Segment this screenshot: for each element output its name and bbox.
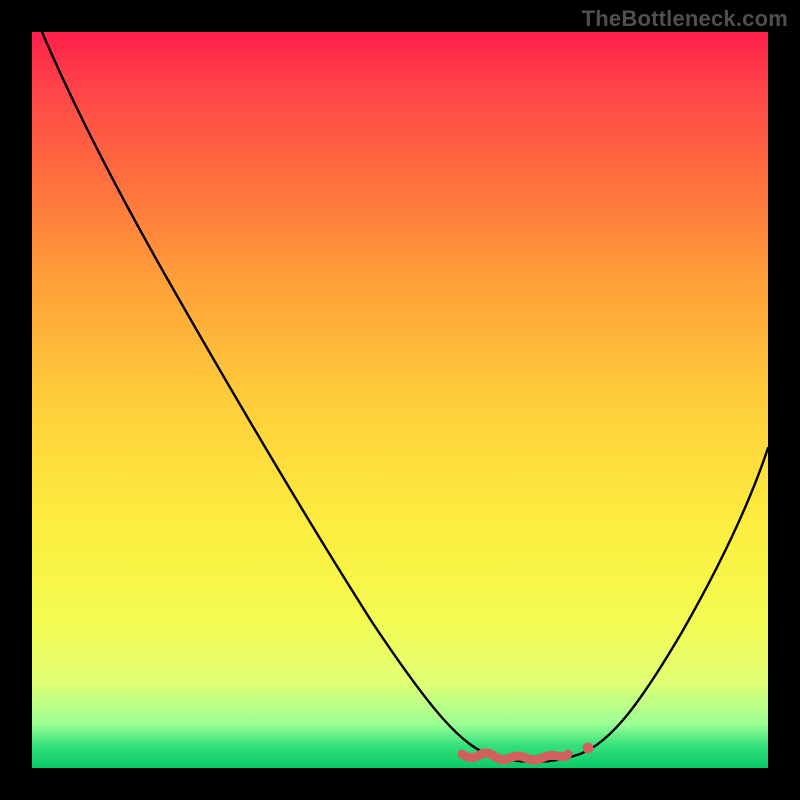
- trough-end-dot: [583, 743, 594, 754]
- trough-highlight: [462, 753, 568, 760]
- bottleneck-curve: [32, 32, 768, 768]
- watermark-text: TheBottleneck.com: [582, 6, 788, 32]
- plot-area: [32, 32, 768, 768]
- chart-frame: TheBottleneck.com: [0, 0, 800, 800]
- main-curve-path: [42, 32, 768, 762]
